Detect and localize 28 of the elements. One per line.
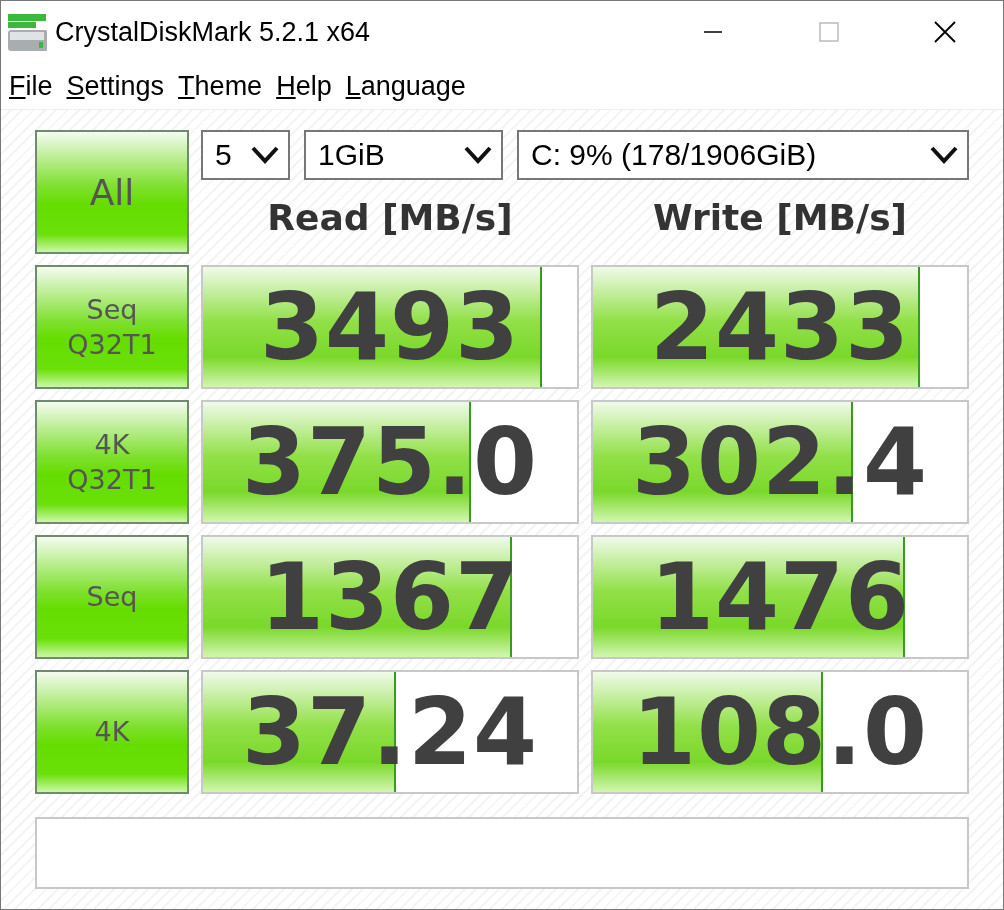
result-value: 2433 bbox=[649, 273, 911, 381]
test-button[interactable]: Seq Q32T1 bbox=[35, 265, 189, 389]
all-button[interactable]: All bbox=[35, 130, 189, 254]
result-value: 1367 bbox=[259, 543, 521, 651]
column-header: Read [MB/s] bbox=[266, 196, 514, 238]
comment-field[interactable] bbox=[35, 817, 969, 889]
window-title: CrystalDiskMark 5.2.1 x64 bbox=[55, 16, 372, 48]
count-dropdown[interactable]: 5 bbox=[201, 130, 290, 180]
size-dropdown[interactable]: 1GiB bbox=[304, 130, 503, 180]
menu-item[interactable]: Settings bbox=[66, 70, 165, 102]
menu-item[interactable]: Help bbox=[276, 70, 332, 102]
chevron-down-icon bbox=[929, 145, 959, 165]
result-value: 1476 bbox=[649, 543, 911, 651]
column-header: Write [MB/s] bbox=[651, 196, 909, 238]
result-value: 3493 bbox=[259, 273, 521, 381]
chevron-down-icon bbox=[250, 145, 280, 165]
menu-item[interactable]: Theme bbox=[178, 70, 263, 102]
test-button[interactable]: 4K Q32T1 bbox=[35, 400, 189, 524]
menu-item[interactable]: File bbox=[9, 70, 53, 102]
drive-icon bbox=[7, 12, 47, 52]
close-icon bbox=[934, 21, 956, 43]
drive-dropdown[interactable]: C: 9% (178/1906GiB) bbox=[517, 130, 969, 180]
minimize-icon bbox=[703, 31, 723, 33]
test-button[interactable]: 4K bbox=[35, 670, 189, 794]
menu-item[interactable]: Language bbox=[345, 70, 466, 102]
chevron-down-icon bbox=[463, 145, 493, 165]
test-button[interactable]: Seq bbox=[35, 535, 189, 659]
maximize-icon bbox=[819, 22, 839, 42]
